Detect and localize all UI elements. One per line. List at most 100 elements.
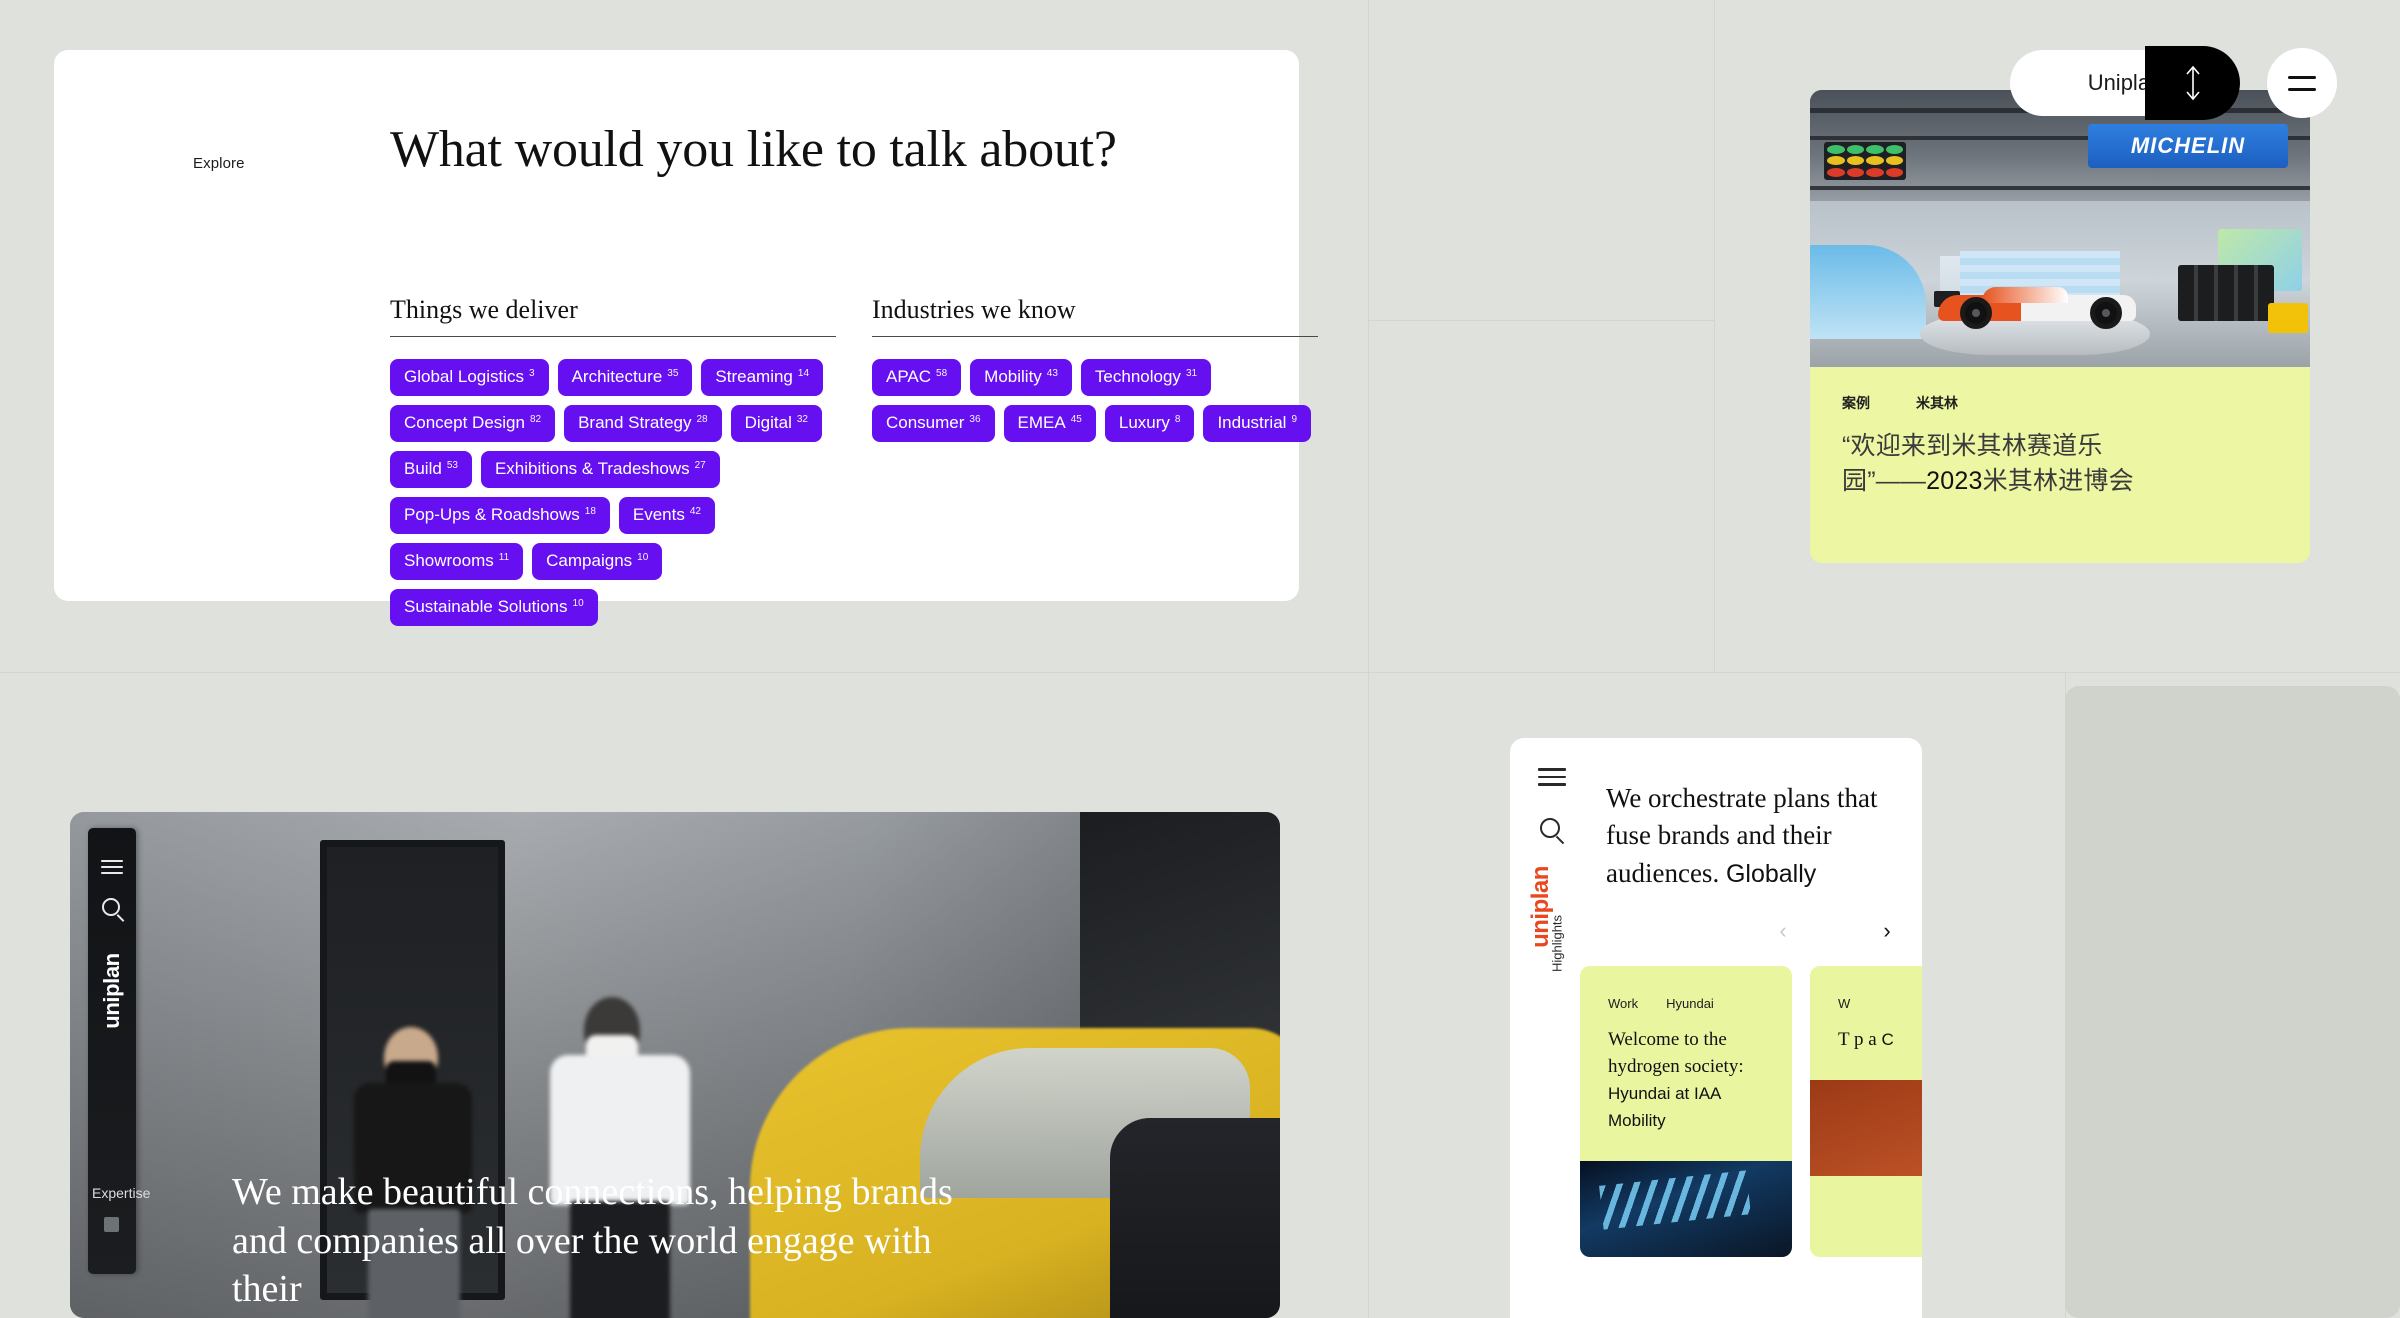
title-line-2-post: 米其林进博会: [1982, 466, 2134, 495]
chip-global-logistics[interactable]: Global Logistics 3: [390, 359, 549, 396]
chip-count: 10: [572, 598, 584, 609]
industries-chip-list: APAC 58 Mobility 43 Technology 31 Consumer 3…: [872, 359, 1318, 442]
chip-concept-design[interactable]: Concept Design 82: [390, 405, 556, 442]
chip-label: APAC: [886, 367, 932, 386]
chip-count: 58: [936, 368, 948, 379]
column-title: Things we deliver: [390, 295, 578, 324]
chip-mobility[interactable]: Mobility 43: [970, 359, 1072, 396]
card-client: 米其林: [1916, 395, 1958, 411]
card-image: [1580, 1160, 1792, 1257]
chip-label: Industrial: [1217, 413, 1287, 432]
chip-label: Consumer: [886, 413, 965, 432]
card-image: [1810, 1079, 1922, 1176]
chip-technology[interactable]: Technology 31: [1080, 359, 1212, 396]
chip-count: 11: [498, 552, 510, 563]
chip-count: 8: [1174, 414, 1181, 425]
michelin-case-card[interactable]: MICHELIN 案例 米其林 “欢迎来到米其林赛道乐 园”——2023米其林进…: [1810, 90, 2310, 563]
card-title: Welcome to the hydrogen society: Hyundai…: [1580, 1011, 1792, 1161]
hamburger-menu-icon[interactable]: [1538, 768, 1566, 791]
hamburger-menu-icon[interactable]: [2267, 48, 2337, 118]
chip-label: Mobility: [984, 367, 1042, 386]
chip-label: Showrooms: [404, 551, 494, 570]
chip-build[interactable]: Build 53: [390, 451, 472, 488]
mobile-heading: We orchestrate plans that fuse brands an…: [1606, 780, 1906, 892]
chip-label: Luxury: [1118, 413, 1170, 432]
chip-apac[interactable]: APAC 58: [872, 359, 962, 396]
title-line-1: “欢迎来到米其林赛道乐: [1842, 432, 2103, 460]
chip-architecture[interactable]: Architecture 35: [557, 359, 693, 396]
chip-streaming[interactable]: Streaming 14: [701, 359, 824, 396]
chip-consumer[interactable]: Consumer 36: [872, 405, 995, 442]
chip-count: 42: [689, 506, 701, 517]
explore-card: Explore What would you like to talk abou…: [54, 50, 1318, 626]
search-icon[interactable]: [102, 898, 120, 916]
highlight-card[interactable]: Work Hyundai Welcome to the hydrogen soc…: [1580, 966, 1792, 1257]
chip-count: 28: [696, 414, 708, 425]
michelin-card-title: “欢迎来到米其林赛道乐 园”——2023米其林进博会: [1842, 429, 2280, 498]
search-icon[interactable]: [1540, 818, 1560, 838]
card-meta: W: [1810, 966, 1922, 1011]
chip-events[interactable]: Events 42: [618, 497, 715, 534]
chevron-right-icon[interactable]: ›: [1874, 918, 1900, 944]
chip-brand-strategy[interactable]: Brand Strategy 28: [564, 405, 722, 442]
michelin-card-body: 案例 米其林 “欢迎来到米其林赛道乐 园”——2023米其林进博会: [1810, 367, 2310, 563]
chip-label: Sustainable Solutions: [404, 597, 568, 616]
michelin-card-meta: 案例 米其林: [1842, 393, 2280, 429]
chip-label: Pop-Ups & Roadshows: [404, 505, 580, 524]
page-title: What would you like to talk about?: [390, 121, 1117, 178]
chip-campaigns[interactable]: Campaigns 10: [532, 543, 663, 580]
page-root: Explore What would you like to talk abou…: [0, 0, 2400, 1318]
chip-count: 31: [1185, 368, 1198, 379]
card-title-serif: Welcome to the hydrogen society:: [1608, 1029, 1744, 1077]
michelin-sign: MICHELIN: [2088, 124, 2288, 168]
chip-count: 53: [446, 460, 458, 471]
chip-industrial[interactable]: Industrial 9: [1203, 405, 1311, 442]
highlights-label: Highlights: [1549, 914, 1565, 973]
chip-count: 27: [694, 460, 706, 471]
chip-count: 35: [667, 368, 679, 379]
hamburger-menu-icon[interactable]: [101, 860, 123, 878]
chip-count: 3: [529, 368, 535, 379]
michelin-booth-photo: MICHELIN: [1810, 90, 2310, 367]
chip-label: Exhibitions & Tradeshows: [494, 459, 690, 478]
chip-count: 45: [1070, 414, 1082, 425]
chip-count: 10: [637, 552, 649, 563]
divider: [872, 336, 1318, 337]
chip-label: Global Logistics: [404, 367, 525, 386]
chevron-left-icon[interactable]: ‹: [1770, 918, 1796, 944]
highlight-card[interactable]: W T p a C: [1810, 966, 1922, 1257]
carousel-controls: ‹ ›: [1770, 918, 1900, 944]
title-line-2-pre: 园”——: [1842, 466, 1927, 495]
resize-vertical-cursor-icon: [2145, 46, 2240, 120]
chip-digital[interactable]: Digital 32: [730, 405, 822, 442]
deliver-chip-list: Global Logistics 3 Architecture 35 Streami…: [390, 359, 836, 626]
chip-sustainable-solutions[interactable]: Sustainable Solutions 10: [390, 589, 598, 626]
mobile-heading-sans: Globally: [1725, 859, 1817, 888]
chip-label: Architecture: [571, 367, 663, 386]
card-kicker: Work: [1608, 996, 1639, 1011]
chip-popups-roadshows[interactable]: Pop-Ups & Roadshows 18: [390, 497, 610, 534]
chip-label: Brand Strategy: [578, 413, 692, 432]
divider: [390, 336, 836, 337]
chip-exhibitions-tradeshows[interactable]: Exhibitions & Tradeshows 27: [480, 451, 720, 488]
chip-count: 32: [796, 414, 808, 425]
traffic-lights-prop: [1824, 142, 1906, 180]
card-title-sans: Hyundai at IAA Mobility: [1608, 1083, 1721, 1130]
column-title: Industries we know: [872, 295, 1076, 324]
uniplan-logo: uniplan: [99, 953, 124, 1029]
chip-luxury[interactable]: Luxury 8: [1104, 405, 1195, 442]
chip-label: Concept Design: [404, 413, 525, 432]
chip-count: 14: [797, 368, 810, 379]
card-meta: Work Hyundai: [1580, 966, 1792, 1011]
chip-emea[interactable]: EMEA 45: [1003, 405, 1096, 442]
chip-showrooms[interactable]: Showrooms 11: [390, 543, 524, 580]
expertise-mini-sidebar: uniplan: [88, 828, 136, 1274]
explore-label: Explore: [193, 155, 245, 172]
chip-label: Technology: [1094, 367, 1181, 386]
chip-label: Events: [632, 505, 685, 524]
mobile-preview-panel[interactable]: uniplan We orchestrate plans that fuse b…: [1510, 738, 1922, 1318]
race-car-prop: [1934, 279, 2136, 331]
chip-count: 9: [1291, 414, 1297, 425]
chip-label: Digital: [744, 413, 792, 432]
title-year: 2023: [1926, 466, 1983, 495]
